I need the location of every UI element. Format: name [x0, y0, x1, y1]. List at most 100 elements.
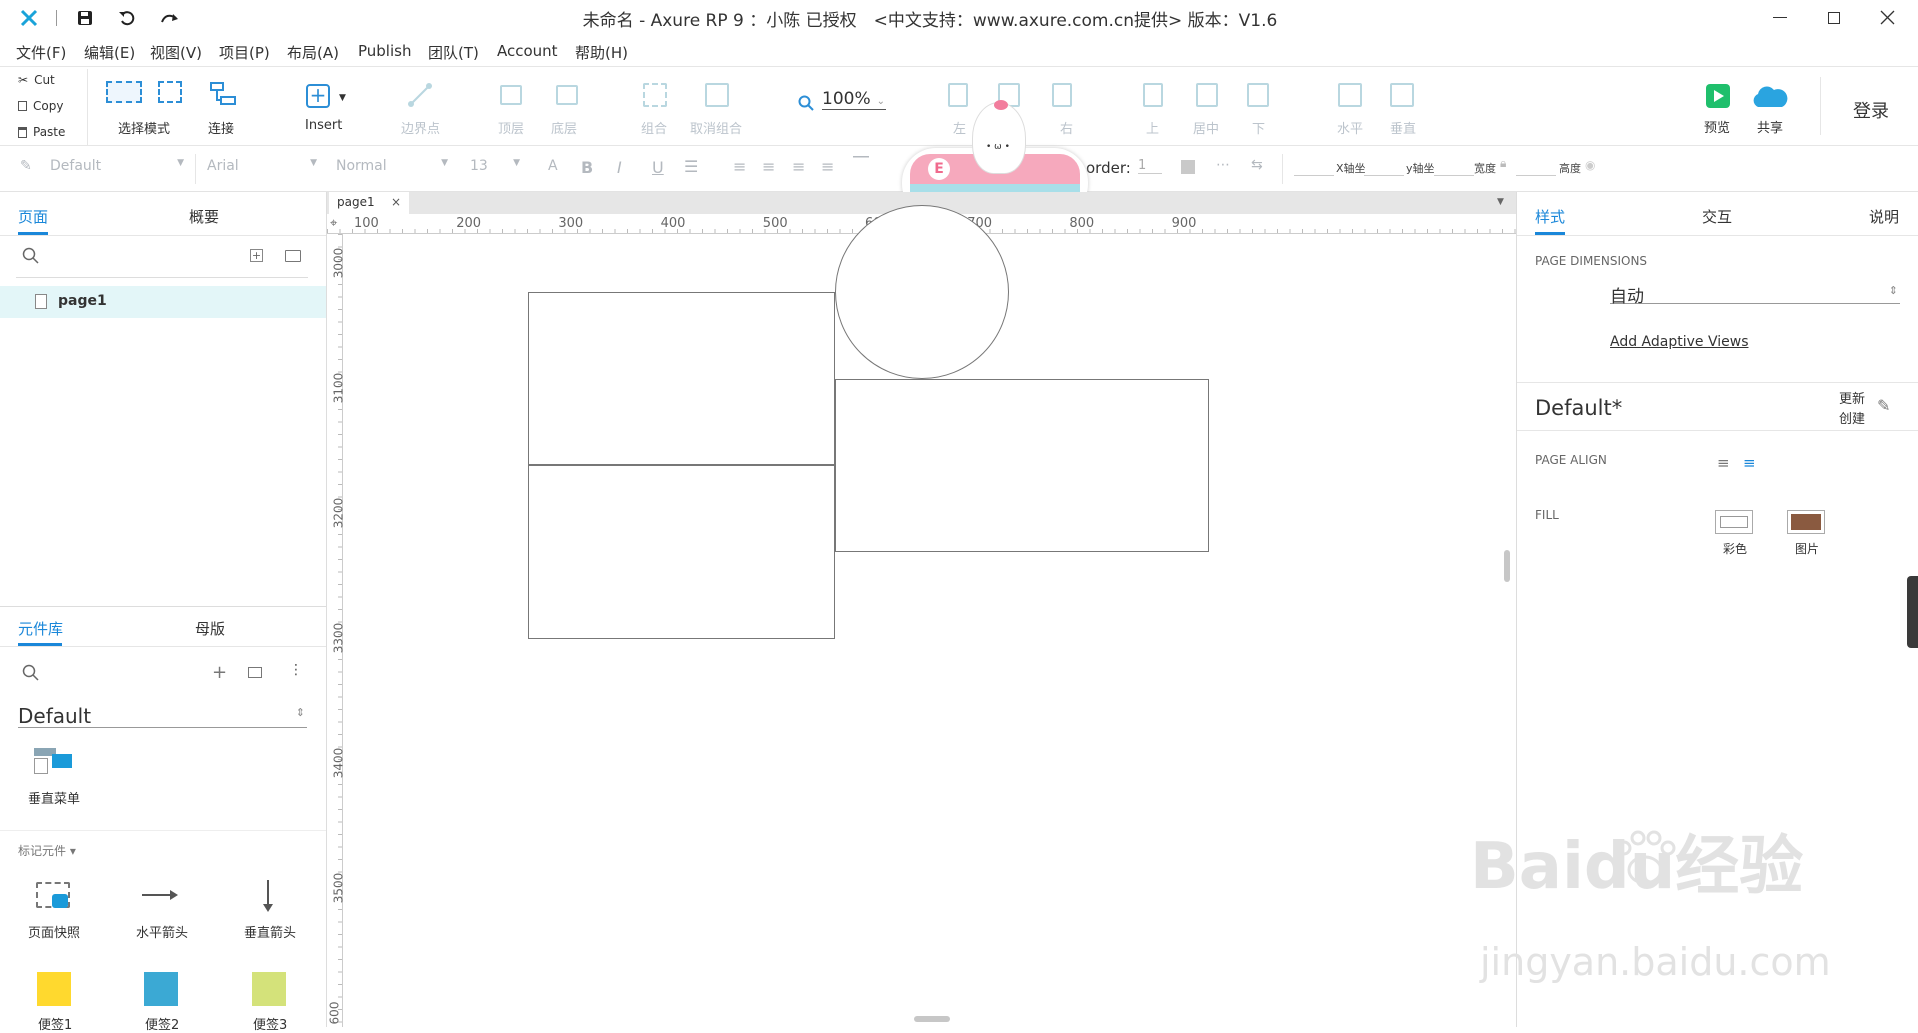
widget-h-arrow-label[interactable]: 水平箭头 [136, 922, 188, 941]
x-input[interactable] [1294, 158, 1334, 176]
undo-icon[interactable] [118, 9, 136, 27]
zoom-select[interactable]: 100% ⌄ [822, 89, 886, 110]
height-input[interactable] [1516, 158, 1556, 176]
cut-button[interactable]: ✂ Cut [18, 73, 55, 87]
insert-label[interactable]: Insert [305, 118, 342, 133]
more-menu-icon[interactable]: ⋮ [289, 662, 303, 678]
menu-edit[interactable]: 编辑(E) [84, 42, 135, 63]
tabs-dropdown-icon[interactable]: ▼ [1497, 197, 1504, 207]
distribute-vertical-icon[interactable] [1390, 83, 1414, 107]
visibility-icon[interactable]: ◉ [1585, 158, 1595, 172]
border-width-input[interactable]: 1 [1138, 158, 1162, 174]
vertical-arrow-icon[interactable] [263, 880, 273, 912]
fill-color-label[interactable]: 彩色 [1723, 540, 1747, 557]
align-center-page-icon[interactable]: ≡ [1743, 454, 1756, 472]
menu-publish[interactable]: Publish [358, 42, 411, 60]
horizontal-arrow-icon[interactable] [142, 890, 178, 900]
ungroup-icon[interactable] [705, 83, 729, 107]
add-folder-icon[interactable] [285, 250, 301, 262]
align-top-icon[interactable] [1143, 83, 1163, 107]
font-color-icon[interactable]: A [548, 158, 558, 174]
tab-page1[interactable]: page1 × [329, 192, 409, 214]
group-icon[interactable] [643, 83, 667, 107]
sticky-note-1-icon[interactable] [37, 972, 71, 1006]
sticky-note-3-icon[interactable] [252, 972, 286, 1006]
page-list-item[interactable]: page1 [0, 286, 326, 318]
select-mode-label[interactable]: 选择模式 [118, 118, 170, 137]
font-select[interactable]: Arial ▼ [207, 158, 317, 174]
style-select[interactable]: Default ▼ [50, 158, 184, 174]
close-button[interactable] [1880, 10, 1895, 25]
menu-team[interactable]: 团队(T) [428, 42, 479, 63]
sticky-note-2-icon[interactable] [144, 972, 178, 1006]
minimize-button[interactable] [1773, 17, 1787, 18]
menu-help[interactable]: 帮助(H) [575, 42, 628, 63]
update-style-button[interactable]: 更新 [1839, 388, 1865, 407]
connect-icon[interactable] [209, 81, 237, 107]
tab-style[interactable]: 样式 [1535, 206, 1565, 227]
edit-style-icon[interactable]: ✎ [1877, 396, 1890, 415]
tab-notes[interactable]: 说明 [1869, 206, 1899, 227]
point-icon[interactable] [407, 82, 435, 108]
tab-interactions[interactable]: 交互 [1702, 206, 1732, 227]
connect-label[interactable]: 连接 [208, 118, 234, 137]
align-text-left-icon[interactable]: ≡ [733, 157, 746, 176]
insert-plus-icon[interactable]: + [306, 84, 330, 108]
menu-account[interactable]: Account [497, 42, 558, 60]
fill-image-swatch[interactable] [1787, 510, 1825, 534]
add-adaptive-views-link[interactable]: Add Adaptive Views [1610, 334, 1748, 350]
sticky-1-label[interactable]: 便签1 [38, 1014, 72, 1033]
menu-file[interactable]: 文件(F) [16, 42, 66, 63]
copy-button[interactable]: Copy [18, 99, 63, 113]
align-middle-icon[interactable] [1196, 83, 1218, 107]
align-bottom-icon[interactable] [1247, 83, 1269, 107]
add-page-icon[interactable]: + [250, 249, 263, 262]
circle-shape[interactable] [835, 205, 1009, 379]
insert-dropdown-icon[interactable]: ▼ [339, 93, 346, 103]
border-color-icon[interactable] [1181, 160, 1195, 174]
sticky-2-label[interactable]: 便签2 [145, 1014, 179, 1033]
border-style-icon[interactable]: ⋯ [1216, 157, 1230, 173]
menu-layout[interactable]: 布局(A) [287, 42, 339, 63]
menu-project[interactable]: 项目(P) [219, 42, 270, 63]
select-contain-icon[interactable] [158, 81, 182, 103]
align-text-justify-icon[interactable]: ≡ [821, 157, 834, 176]
sticky-3-label[interactable]: 便签3 [253, 1014, 287, 1033]
bring-top-icon[interactable] [500, 85, 522, 105]
horizontal-scrollbar[interactable] [914, 1016, 950, 1022]
paste-button[interactable]: Paste [18, 125, 65, 139]
send-bottom-icon[interactable] [556, 85, 578, 105]
create-style-button[interactable]: 创建 [1839, 408, 1865, 427]
widget-vertical-menu-label[interactable]: 垂直菜单 [28, 788, 80, 807]
library-search-icon[interactable] [22, 664, 40, 682]
style-edit-icon[interactable]: ✎ [20, 158, 32, 174]
preview-icon[interactable] [1706, 84, 1730, 108]
align-left-page-icon[interactable]: ≡ [1717, 454, 1730, 472]
login-button[interactable]: 登录 [1853, 97, 1889, 123]
cloud-share-icon[interactable] [1750, 83, 1788, 109]
share-label[interactable]: 共享 [1757, 117, 1783, 136]
maximize-button[interactable] [1828, 12, 1840, 24]
width-input[interactable] [1434, 158, 1474, 176]
fill-image-label[interactable]: 图片 [1795, 540, 1819, 557]
underline-icon[interactable]: U [652, 158, 664, 177]
menu-view[interactable]: 视图(V) [150, 42, 202, 63]
font-weight-select[interactable]: Normal ▼ [336, 158, 448, 174]
valign-top-icon[interactable]: ⎺ [853, 154, 869, 174]
tab-library[interactable]: 元件库 [18, 618, 63, 639]
distribute-horizontal-icon[interactable] [1338, 83, 1362, 107]
markup-section-title[interactable]: 标记元件 ▾ [18, 842, 76, 859]
vertical-scrollbar[interactable] [1504, 550, 1510, 582]
arrow-style-icon[interactable]: ⇆ [1251, 157, 1263, 173]
widget-snapshot-label[interactable]: 页面快照 [28, 922, 80, 941]
align-text-right-icon[interactable]: ≡ [792, 157, 805, 176]
fill-color-swatch[interactable] [1715, 510, 1753, 534]
tab-pages[interactable]: 页面 [18, 206, 48, 227]
y-input[interactable] [1364, 158, 1404, 176]
preview-label[interactable]: 预览 [1704, 117, 1730, 136]
select-intersect-icon[interactable] [106, 81, 142, 103]
search-icon[interactable] [22, 247, 40, 265]
bold-icon[interactable]: B [581, 158, 593, 177]
redo-icon[interactable] [160, 10, 180, 26]
library-select[interactable]: Default ⇕ [18, 704, 307, 728]
